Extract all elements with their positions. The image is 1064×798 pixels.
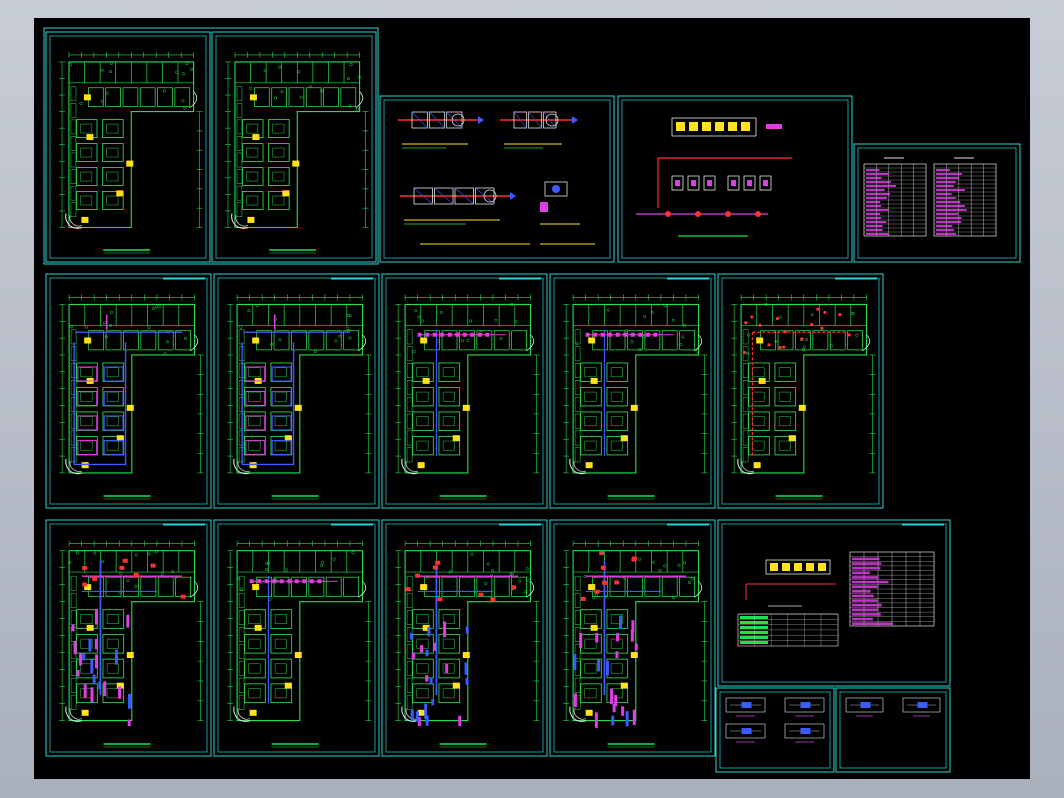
sheet-plan-4[interactable] [213, 273, 380, 509]
sheet-schedule-tables[interactable] [853, 143, 1021, 263]
cad-drawing [43, 27, 1021, 773]
sheet-detail-sections-1[interactable] [715, 687, 835, 773]
sheet-plan-2[interactable] [211, 31, 377, 263]
sheet-plan-9[interactable] [213, 519, 380, 757]
sheet-plan-3[interactable] [45, 273, 212, 509]
sheet-plan-10[interactable] [381, 519, 548, 757]
sheet-legend[interactable] [717, 519, 951, 687]
sheet-detail-sections-2[interactable] [835, 687, 951, 773]
sheet-plan-6[interactable] [549, 273, 716, 509]
sheet-plan-1[interactable] [45, 31, 211, 263]
sheet-plan-11[interactable] [549, 519, 716, 757]
sheet-system-diagram[interactable] [617, 95, 853, 263]
sheet-plan-7[interactable] [717, 273, 884, 509]
sheet-plan-5[interactable] [381, 273, 548, 509]
sheet-plan-8[interactable] [45, 519, 212, 757]
cad-drawing-canvas[interactable] [34, 18, 1030, 779]
sheet-ahu-diagrams[interactable] [379, 95, 615, 263]
